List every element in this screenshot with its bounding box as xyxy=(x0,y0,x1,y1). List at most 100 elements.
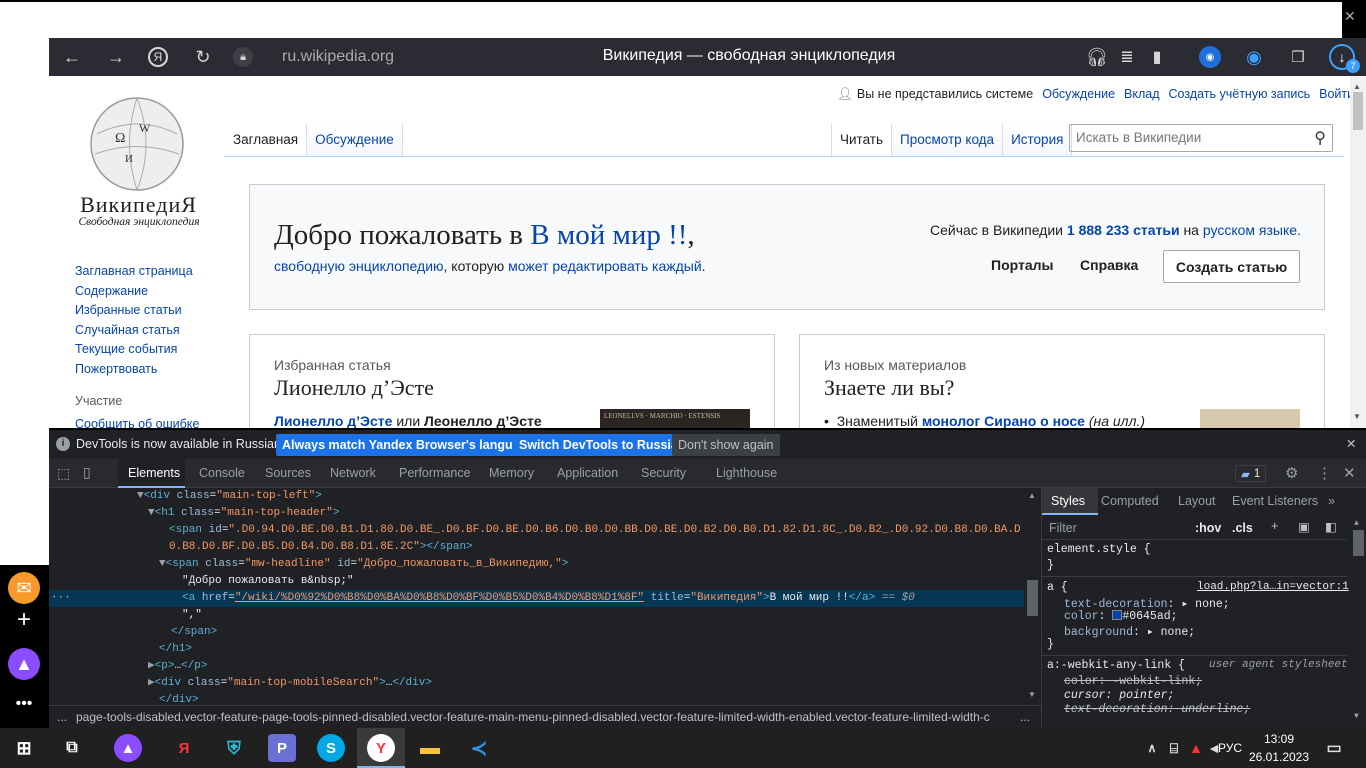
tab-main-page[interactable]: Заглавная xyxy=(225,124,308,156)
tab-performance[interactable]: Performance xyxy=(399,466,471,480)
cls-toggle[interactable]: .cls xyxy=(1232,521,1253,535)
welcome-link[interactable]: В мой мир !! xyxy=(530,219,687,251)
rule-a-source-link[interactable]: load.php?la…in=vector:1 xyxy=(1197,581,1349,593)
yandex-icon[interactable]: Я xyxy=(148,47,168,67)
dom-line[interactable]: ▼<span class="mw-headline" id="Добро_пож… xyxy=(159,556,568,573)
reload-icon[interactable]: ↻ xyxy=(192,46,214,68)
anyone-can-edit-link[interactable]: может редактировать каждый xyxy=(508,258,702,274)
dyk-image[interactable] xyxy=(1200,409,1300,428)
dom-breadcrumb[interactable]: ... page-tools-disabled.vector-feature-p… xyxy=(49,705,1041,728)
dom-line[interactable]: </div> xyxy=(159,692,199,705)
rule-element-style[interactable]: element.style { xyxy=(1047,543,1151,556)
close-devtools-icon[interactable]: ✕ xyxy=(1343,464,1356,482)
ua-prop-text-decoration[interactable]: text-decoration: underline; xyxy=(1064,703,1250,716)
collapse-arrow[interactable]: ▶ xyxy=(148,677,155,689)
tab-styles[interactable]: Styles xyxy=(1051,494,1085,508)
free-encyclopedia-link[interactable]: свободную энциклопедию xyxy=(274,258,444,274)
yandex-browser-icon[interactable]: Y xyxy=(367,734,395,762)
sidebar-item-donate[interactable]: Пожертвовать xyxy=(75,360,193,380)
more-options-icon[interactable]: ⋮ xyxy=(1317,464,1332,482)
file-explorer-icon[interactable]: ▬ xyxy=(416,734,444,762)
styles-scrollbar[interactable]: ▲ ▼ xyxy=(1350,516,1366,728)
rule-a-selector[interactable]: a { xyxy=(1047,581,1068,594)
create-article-button[interactable]: Создать статью xyxy=(1163,250,1300,283)
row-options-icon[interactable]: ··· xyxy=(51,590,71,607)
clock-time[interactable]: 13:09 xyxy=(1254,732,1304,746)
alice-taskbar-icon[interactable]: ▲ xyxy=(114,734,142,762)
match-language-button[interactable]: Always match Yandex Browser's language xyxy=(276,434,541,456)
login-link[interactable]: Войти xyxy=(1319,87,1350,102)
scroll-up-icon[interactable]: ▲ xyxy=(1353,82,1361,91)
dyk-link[interactable]: монолог Сирано о носе xyxy=(922,413,1085,428)
close-infobar-icon[interactable]: ✕ xyxy=(1346,436,1356,451)
close-window-icon[interactable]: ✕ xyxy=(1344,8,1356,25)
rule-a-prop-text-decoration[interactable]: text-decoration: ▸ none; xyxy=(1064,596,1230,611)
scroll-down-icon[interactable]: ▼ xyxy=(1354,712,1359,721)
more-tabs-icon[interactable]: » xyxy=(1328,494,1335,508)
headphones-icon[interactable]: 🎧︎ xyxy=(1086,46,1109,68)
elements-scrollbar[interactable]: ▲ ▼ xyxy=(1024,488,1041,705)
article-count-link[interactable]: 1 888 233 статьи xyxy=(1067,222,1180,238)
tab-network[interactable]: Network xyxy=(330,466,376,480)
dom-line[interactable]: ▶<p>…</p> xyxy=(148,658,207,675)
dom-text-node[interactable]: "," xyxy=(182,607,202,624)
tab-view-source[interactable]: Просмотр кода xyxy=(892,124,1004,156)
page-scrollbar[interactable]: ▲ ▼ xyxy=(1350,76,1366,428)
tab-security[interactable]: Security xyxy=(641,466,686,480)
tab-elements[interactable]: Elements xyxy=(128,466,180,480)
dom-line[interactable]: </span> xyxy=(171,624,217,641)
tab-layout[interactable]: Layout xyxy=(1178,494,1216,508)
skype-icon[interactable]: S xyxy=(317,734,345,762)
talk-link[interactable]: Обсуждение xyxy=(1042,87,1115,102)
breadcrumb-more[interactable]: ... xyxy=(1020,710,1030,724)
sidebar-item-main[interactable]: Заглавная страница xyxy=(75,262,193,282)
create-account-link[interactable]: Создать учётную запись xyxy=(1169,87,1311,102)
scroll-down-icon[interactable]: ▼ xyxy=(1353,412,1361,421)
sidebar-item-contents[interactable]: Содержание xyxy=(75,282,193,302)
windows-start-icon[interactable]: ⊞ xyxy=(10,734,38,762)
sidebar-item-events[interactable]: Текущие события xyxy=(75,340,193,360)
tab-talk[interactable]: Обсуждение xyxy=(307,124,403,156)
lock-icon[interactable]: 🔒︎ xyxy=(233,47,253,67)
back-icon[interactable]: ← xyxy=(61,46,83,68)
yandex-taskbar-icon[interactable]: Я xyxy=(170,734,198,762)
inspect-icon[interactable]: ⬚ xyxy=(57,465,70,482)
ua-prop-cursor[interactable]: cursor: pointer; xyxy=(1064,689,1174,702)
contributions-link[interactable]: Вклад xyxy=(1124,87,1160,102)
sidebar-toggle-icon[interactable]: ◧ xyxy=(1325,519,1337,534)
tab-application[interactable]: Application xyxy=(557,466,618,480)
tab-lighthouse[interactable]: Lighthouse xyxy=(716,466,777,480)
tab-memory[interactable]: Memory xyxy=(489,466,534,480)
new-rule-icon[interactable]: + xyxy=(1271,519,1278,533)
collections-icon[interactable]: ❒ xyxy=(1287,46,1309,68)
tab-console[interactable]: Console xyxy=(199,466,245,480)
wikipedia-logo[interactable]: Ω W И xyxy=(87,94,187,194)
featured-image[interactable]: LEONELLVS · MARCHIO · ESTENSIS xyxy=(600,409,750,428)
notifications-icon[interactable]: ▭ xyxy=(1320,734,1348,762)
tab-event-listeners[interactable]: Event Listeners xyxy=(1232,494,1318,508)
tab-history[interactable]: История xyxy=(1003,124,1073,156)
settings-icon[interactable]: ⚙ xyxy=(1285,464,1298,482)
ua-prop-color[interactable]: color: -webkit-link; xyxy=(1064,675,1202,688)
dom-line[interactable]: <span id=".D0.94.D0.BE.D0.B1.D1.80.D0.BE… xyxy=(169,522,1021,539)
search-input[interactable]: Искать в Википедии ⚲ xyxy=(1069,124,1333,152)
dom-line[interactable]: ▶<div class="main-top-mobileSearch">…</d… xyxy=(148,675,432,692)
tab-computed[interactable]: Computed xyxy=(1101,494,1159,508)
device-toolbar-icon[interactable]: ▯ xyxy=(83,464,91,481)
p-app-icon[interactable]: P xyxy=(268,734,296,762)
dom-text-node[interactable]: "Добро пожаловать в&nbsp;" xyxy=(182,573,354,590)
tab-sources[interactable]: Sources xyxy=(265,466,311,480)
portals-link[interactable]: Порталы xyxy=(991,257,1053,273)
featured-link[interactable]: Лионелло д’Эсте xyxy=(274,413,392,428)
reader-icon[interactable]: ≣ xyxy=(1116,46,1138,68)
shield-app-icon[interactable]: ⛨ xyxy=(220,734,248,762)
dom-line[interactable]: ▼<h1 class="main-top-header"> xyxy=(148,505,339,522)
rule-a-prop-background[interactable]: background: ▸ none; xyxy=(1064,624,1195,639)
help-link[interactable]: Справка xyxy=(1080,257,1138,273)
add-icon[interactable]: + xyxy=(8,604,40,636)
filter-input[interactable]: Filter xyxy=(1049,521,1077,535)
expand-arrow[interactable]: ▼ xyxy=(148,507,155,519)
search-icon[interactable]: ⚲ xyxy=(1314,128,1326,148)
expand-arrow[interactable]: ▼ xyxy=(159,558,166,570)
dom-line-wrap[interactable]: 0.B8.D0.BF.D0.B5.D0.B4.D0.B8.D1.8E.2C"><… xyxy=(169,539,473,556)
